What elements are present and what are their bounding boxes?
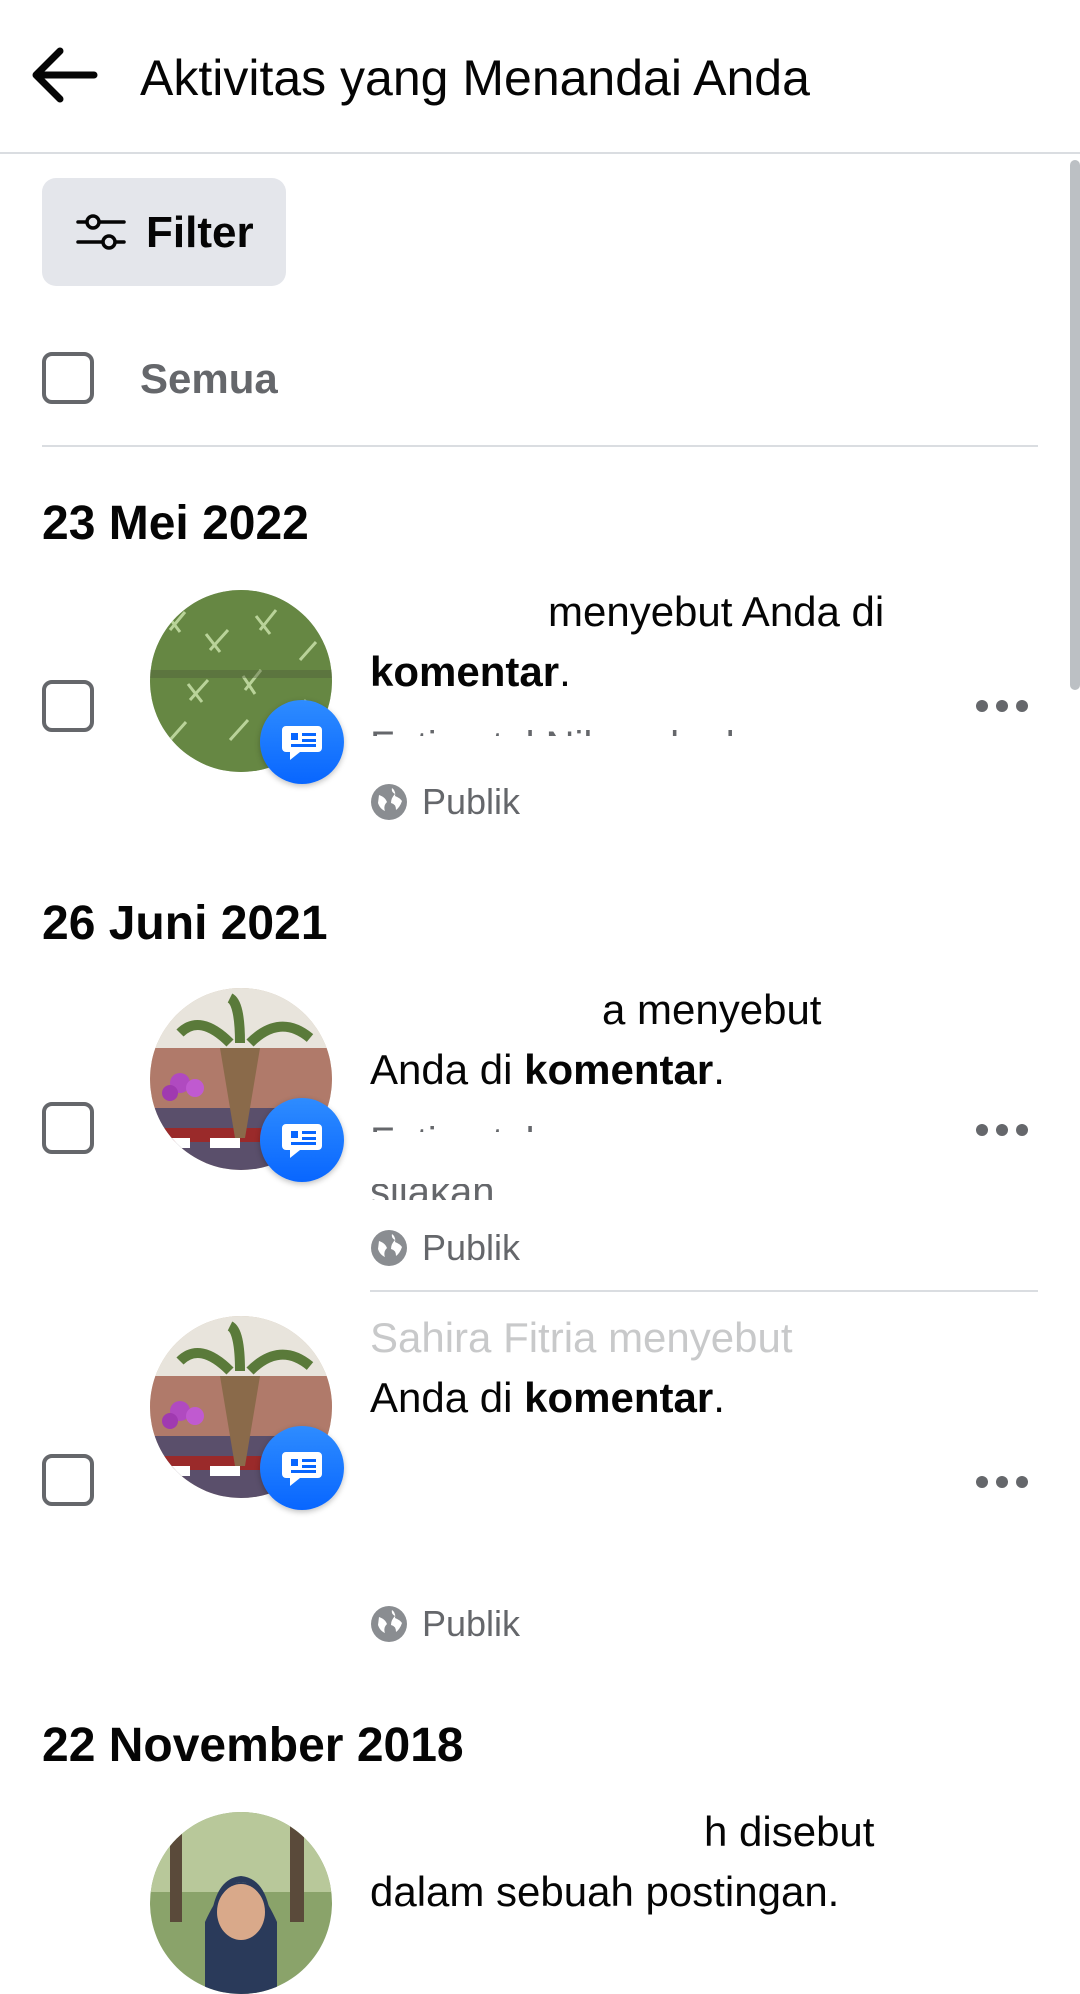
comment-preview: Fatimatul Nihayah akan — [370, 716, 800, 736]
text-fragment: Sahira Fitria menyebut — [370, 1314, 793, 1361]
comment-icon — [282, 1124, 322, 1158]
punctuation: . — [713, 1374, 725, 1421]
activity-text-line: Anda di komentar. — [370, 1040, 970, 1100]
privacy-indicator: Publik — [370, 1602, 520, 1646]
filter-label: Filter — [146, 208, 254, 257]
punctuation: . — [559, 648, 571, 695]
avatar-image — [150, 1812, 332, 1994]
item-checkbox[interactable] — [42, 680, 94, 732]
comment-icon — [282, 1452, 322, 1486]
activity-text-line: a menyebut — [602, 986, 822, 1033]
back-button[interactable] — [30, 44, 102, 106]
activity-text-line: menyebut Anda di — [548, 588, 885, 635]
avatar[interactable] — [150, 1812, 332, 1994]
activity-text[interactable]: Sahira Fitria menyebut Anda di komentar. — [370, 1308, 970, 1428]
activity-text-line: dalam sebuah postingan. — [370, 1868, 840, 1915]
app-header: Aktivitas yang Menandai Anda — [0, 0, 1080, 154]
text-fragment: Anda di — [370, 1046, 525, 1093]
activity-text-line: Sahira Fitria menyebut — [370, 1308, 970, 1368]
date-heading: 22 November 2018 — [42, 1719, 464, 1772]
comment-link[interactable]: komentar — [524, 1046, 713, 1093]
text-fragment: Anda di — [370, 1374, 525, 1421]
item-checkbox[interactable] — [42, 1102, 94, 1154]
privacy-indicator: Publik — [370, 1226, 520, 1270]
comment-preview-text: silakan. — [370, 1184, 506, 1200]
privacy-label: Publik — [422, 1227, 521, 1268]
globe-icon — [371, 784, 407, 820]
comment-link[interactable]: komentar — [370, 648, 559, 695]
comment-badge — [260, 700, 344, 784]
activity-text-line: h disebut — [704, 1808, 875, 1855]
comment-preview: Fatimatul Nihayah — [370, 1112, 670, 1132]
comment-link[interactable]: komentar — [524, 1374, 713, 1421]
more-options-button[interactable] — [976, 1120, 1028, 1140]
privacy-label: Publik — [422, 1603, 521, 1644]
filter-button[interactable]: Filter — [42, 178, 286, 286]
activity-text[interactable]: h disebut dalam sebuah postingan. — [370, 1802, 970, 1922]
date-heading: 26 Juni 2021 — [42, 897, 328, 950]
privacy-label: Publik — [422, 781, 521, 822]
comment-preview-text: Fatimatul Nihayah — [370, 1120, 535, 1132]
sliders-icon — [76, 214, 126, 250]
privacy-indicator: Publik — [370, 780, 520, 824]
punctuation: . — [713, 1046, 725, 1093]
select-all-label: Semua — [140, 355, 278, 402]
divider — [370, 1290, 1038, 1292]
date-heading: 23 Mei 2022 — [42, 497, 309, 550]
item-checkbox[interactable] — [42, 1454, 94, 1506]
activity-text-line: Anda di komentar. — [370, 1368, 970, 1428]
comment-badge — [260, 1426, 344, 1510]
page-title: Aktivitas yang Menandai Anda — [140, 50, 810, 106]
arrow-left-icon — [32, 47, 98, 103]
comment-badge — [260, 1098, 344, 1182]
scrollbar[interactable] — [1070, 160, 1080, 690]
activity-text[interactable]: a menyebut Anda di komentar. — [370, 980, 970, 1100]
more-options-button[interactable] — [976, 696, 1028, 716]
comment-preview: silakan. — [370, 1184, 520, 1200]
more-options-button[interactable] — [976, 1472, 1028, 1492]
divider — [42, 445, 1038, 447]
globe-icon — [371, 1230, 407, 1266]
comment-icon — [282, 726, 322, 760]
select-all-checkbox[interactable] — [42, 352, 94, 404]
comment-preview-text: Fatimatul Nihayah akan — [370, 724, 790, 736]
activity-text-line: komentar. — [370, 642, 970, 702]
globe-icon — [371, 1606, 407, 1642]
activity-text[interactable]: menyebut Anda di komentar. — [370, 582, 970, 702]
